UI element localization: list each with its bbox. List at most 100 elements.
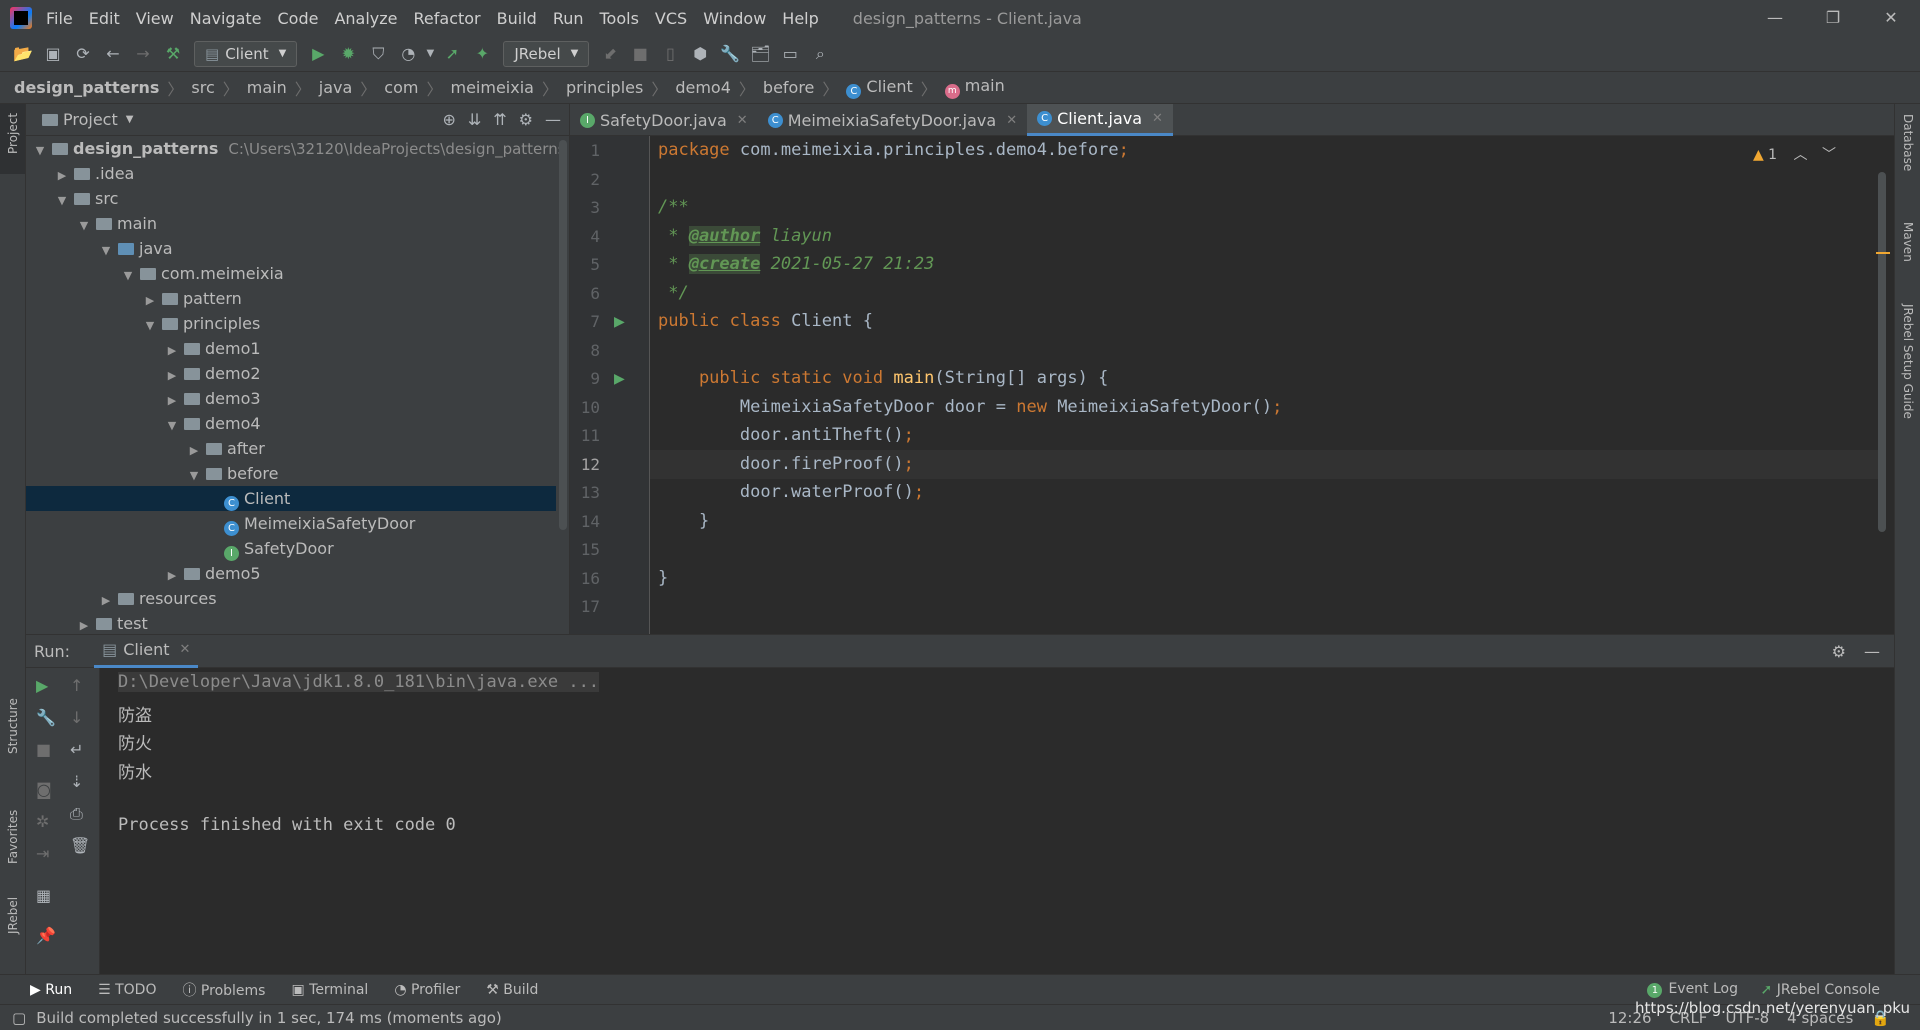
tree-item-demo4[interactable]: ▼ demo4 bbox=[26, 411, 556, 436]
next-highlight-icon[interactable]: ﹀ bbox=[1822, 147, 1836, 163]
open-folder-icon[interactable]: 📂 bbox=[8, 44, 38, 63]
run-config-select[interactable]: ▤ Client ▼ bbox=[194, 40, 298, 67]
event-log-button[interactable]: 1 Event Log bbox=[1647, 981, 1738, 998]
warning-marker[interactable] bbox=[1876, 252, 1890, 254]
collapse-all-icon[interactable]: ⇈ bbox=[493, 110, 506, 129]
jrebel-select[interactable]: JRebel ▼ bbox=[503, 40, 590, 67]
attach-icon[interactable]: ⬋ bbox=[595, 44, 625, 63]
menu-help[interactable]: Help bbox=[782, 9, 818, 28]
maven-tool-button[interactable]: Maven bbox=[1901, 222, 1915, 262]
camera-icon[interactable]: ◙ bbox=[36, 780, 52, 799]
tab-client[interactable]: C Client.java ✕ bbox=[1027, 104, 1173, 136]
bottom-tab-profiler[interactable]: ◔ Profiler bbox=[394, 982, 460, 998]
gear-icon[interactable]: ⚙ bbox=[519, 110, 533, 129]
coverage-icon[interactable]: ⛉ bbox=[363, 44, 393, 64]
crumb-client[interactable]: C Client bbox=[846, 77, 913, 99]
tree-item-safety-door[interactable]: I SafetyDoor bbox=[26, 536, 556, 561]
crumb-main[interactable]: main bbox=[247, 78, 287, 97]
crumb-demo4[interactable]: demo4 bbox=[675, 78, 731, 97]
tree-item-test[interactable]: ▶ test bbox=[26, 611, 556, 634]
tree-item-meimeixia-safety-door[interactable]: C MeimeixiaSafetyDoor bbox=[26, 511, 556, 536]
hide-icon[interactable]: — bbox=[545, 110, 561, 129]
jrebel-setup-guide-button[interactable]: JRebel Setup Guide bbox=[1901, 304, 1915, 419]
tree-item-java[interactable]: ▼ java bbox=[26, 236, 556, 261]
exit-icon[interactable]: ⇥ bbox=[36, 844, 49, 863]
tree-item-client[interactable]: C Client bbox=[26, 486, 556, 511]
hide-icon[interactable]: — bbox=[1864, 642, 1880, 661]
close-icon[interactable]: ✕ bbox=[1006, 113, 1017, 128]
gear-icon[interactable]: ⚙ bbox=[1832, 642, 1846, 661]
structure-tool-button[interactable]: Structure bbox=[6, 698, 20, 754]
bottom-tab-build[interactable]: ⚒ Build bbox=[486, 982, 538, 998]
forward-icon[interactable]: → bbox=[128, 44, 158, 63]
run-icon[interactable]: ▶ bbox=[303, 44, 333, 63]
menu-run[interactable]: Run bbox=[553, 9, 584, 28]
menu-refactor[interactable]: Refactor bbox=[414, 9, 481, 28]
build-hammer-icon[interactable]: ⚒ bbox=[158, 44, 188, 63]
inspection-widget[interactable]: ▲ 1 ︿ ﹀ bbox=[1753, 144, 1836, 164]
crumb-project[interactable]: design_patterns bbox=[14, 78, 159, 97]
close-icon[interactable]: ✕ bbox=[1152, 111, 1163, 126]
settings-wrench-icon[interactable]: 🔧 bbox=[715, 44, 745, 63]
soft-wrap-icon[interactable]: ↵ bbox=[70, 740, 83, 759]
down-icon[interactable]: ↓ bbox=[70, 708, 83, 727]
crumb-com[interactable]: com bbox=[384, 78, 418, 97]
tab-safety-door[interactable]: I SafetyDoor.java ✕ bbox=[570, 104, 758, 136]
dump-threads-icon[interactable]: ✲ bbox=[36, 812, 49, 831]
menu-build[interactable]: Build bbox=[497, 9, 537, 28]
layout-icon[interactable]: ▦ bbox=[36, 886, 51, 905]
tree-item-demo2[interactable]: ▶ demo2 bbox=[26, 361, 556, 386]
search-icon[interactable]: ⌕ bbox=[805, 44, 835, 64]
project-view-select[interactable]: Project bbox=[63, 110, 118, 129]
tree-item-src[interactable]: ▼ src bbox=[26, 186, 556, 211]
minimize-button[interactable]: — bbox=[1746, 0, 1804, 36]
crumb-src[interactable]: src bbox=[191, 78, 214, 97]
restore-button[interactable]: ❐ bbox=[1804, 0, 1862, 36]
project-scrollbar[interactable] bbox=[559, 140, 567, 530]
menu-vcs[interactable]: VCS bbox=[655, 9, 687, 28]
tree-item-after[interactable]: ▶ after bbox=[26, 436, 556, 461]
jrebel-debug-icon[interactable]: ✦ bbox=[467, 44, 497, 63]
favorites-tool-button[interactable]: Favorites bbox=[6, 810, 20, 864]
tree-item-resources[interactable]: ▶ resources bbox=[26, 586, 556, 611]
jrebel-console-button[interactable]: ➚ JRebel Console bbox=[1761, 982, 1880, 998]
editor-scrollbar[interactable] bbox=[1878, 172, 1886, 532]
scroll-to-end-icon[interactable]: ⇣ bbox=[70, 772, 83, 791]
tree-item-demo1[interactable]: ▶ demo1 bbox=[26, 336, 556, 361]
save-icon[interactable]: ▣ bbox=[38, 44, 68, 63]
close-button[interactable]: ✕ bbox=[1862, 0, 1920, 36]
tree-item-before[interactable]: ▼ before bbox=[26, 461, 556, 486]
tree-item-root[interactable]: ▼ design_patterns C:\Users\32120\IdeaProje… bbox=[26, 136, 566, 161]
chevron-down-icon[interactable]: ▼ bbox=[126, 114, 134, 125]
bottom-tab-todo[interactable]: ☰ TODO bbox=[98, 982, 156, 998]
close-icon[interactable]: ✕ bbox=[737, 113, 748, 128]
run-class-gutter-icon[interactable]: ▶ bbox=[614, 314, 625, 330]
tree-item-com-meimeixia[interactable]: ▼ com.meimeixia bbox=[26, 261, 556, 286]
project-tool-button[interactable]: Project bbox=[6, 113, 20, 154]
menu-code[interactable]: Code bbox=[278, 9, 319, 28]
stop-icon[interactable]: ■ bbox=[36, 740, 51, 759]
stop-icon[interactable]: ■ bbox=[625, 44, 655, 63]
debug-icon[interactable]: ✹ bbox=[333, 44, 363, 63]
status-message[interactable]: Build completed successfully in 1 sec, 1… bbox=[36, 1009, 502, 1027]
menu-view[interactable]: View bbox=[136, 9, 174, 28]
crumb-meimeixia[interactable]: meimeixia bbox=[450, 78, 533, 97]
crumb-main-method[interactable]: m main bbox=[944, 76, 1005, 99]
run-tab-client[interactable]: ▤ Client ✕ bbox=[94, 635, 199, 668]
trash-icon[interactable]: 🗑 bbox=[70, 836, 90, 855]
tree-item-demo5[interactable]: ▶ demo5 bbox=[26, 561, 556, 586]
tree-item-principles[interactable]: ▼ principles bbox=[26, 311, 556, 336]
back-icon[interactable]: ← bbox=[98, 44, 128, 63]
jrebel-tool-button[interactable]: JRebel bbox=[6, 897, 20, 934]
tree-item-pattern[interactable]: ▶ pattern bbox=[26, 286, 556, 311]
profile-icon[interactable]: ◔ bbox=[393, 44, 423, 63]
code-editor[interactable]: 1 2 3 4 5 6 7 8 9 10 11 12 13 14 15 16 1… bbox=[570, 136, 1894, 634]
wrench-icon[interactable]: 🔧 bbox=[36, 708, 56, 727]
crumb-before[interactable]: before bbox=[763, 78, 815, 97]
database-tool-button[interactable]: Database bbox=[1901, 114, 1915, 171]
bottom-tab-run[interactable]: ▶ Run bbox=[30, 982, 72, 998]
menu-edit[interactable]: Edit bbox=[89, 9, 120, 28]
rerun-icon[interactable]: ▶ bbox=[36, 676, 48, 695]
tree-item-idea[interactable]: ▶ .idea bbox=[26, 161, 556, 186]
terminal-window-icon[interactable]: ▭ bbox=[775, 44, 805, 63]
